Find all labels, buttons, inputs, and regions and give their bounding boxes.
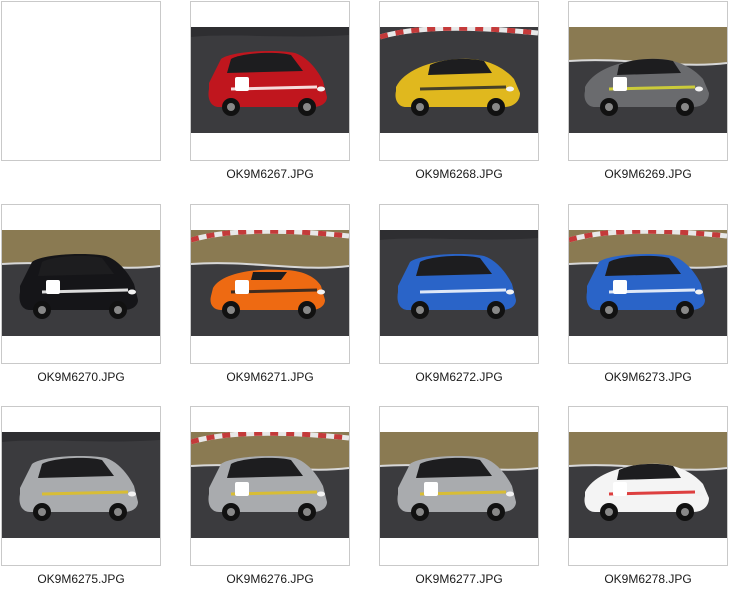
filename-label[interactable]: OK9M6273.JPG <box>568 370 728 384</box>
thumbnail-image[interactable] <box>2 432 160 538</box>
thumbnail-image[interactable] <box>191 230 349 336</box>
race-car-photo[interactable] <box>191 27 349 133</box>
filename-label[interactable]: OK9M6270.JPG <box>1 370 161 384</box>
filename-label[interactable]: OK9M6267.JPG <box>190 167 350 181</box>
filename-label[interactable]: OK9M6269.JPG <box>568 167 728 181</box>
thumbnail-image[interactable] <box>569 27 727 133</box>
thumbnail-image[interactable] <box>569 432 727 538</box>
race-car-photo[interactable] <box>191 432 349 538</box>
thumbnail-image[interactable] <box>380 27 538 133</box>
race-car-photo[interactable] <box>380 432 538 538</box>
race-car-photo[interactable] <box>569 230 727 336</box>
filename-label[interactable]: OK9M6278.JPG <box>568 572 728 586</box>
race-car-photo[interactable] <box>380 27 538 133</box>
thumbnail-image[interactable] <box>2 230 160 336</box>
filename-label[interactable]: OK9M6276.JPG <box>190 572 350 586</box>
race-car-photo[interactable] <box>380 230 538 336</box>
race-car-photo[interactable] <box>569 27 727 133</box>
thumbnail-image[interactable] <box>569 230 727 336</box>
filename-label[interactable]: OK9M6272.JPG <box>379 370 539 384</box>
thumbnail-image[interactable] <box>380 230 538 336</box>
thumbnail-image[interactable] <box>191 27 349 133</box>
thumbnail-grid: OK9M6267.JPG OK9M6268.JPG OK9M6269.JPG O… <box>0 0 730 610</box>
filename-label[interactable]: OK9M6268.JPG <box>379 167 539 181</box>
race-car-photo[interactable] <box>2 432 160 538</box>
thumbnail-image[interactable] <box>380 432 538 538</box>
thumbnail-image[interactable] <box>191 432 349 538</box>
thumbnail-image[interactable] <box>2 27 160 133</box>
race-car-photo[interactable] <box>2 230 160 336</box>
race-car-photo[interactable] <box>191 230 349 336</box>
filename-label[interactable]: OK9M6277.JPG <box>379 572 539 586</box>
filename-label[interactable]: OK9M6271.JPG <box>190 370 350 384</box>
filename-label[interactable]: OK9M6275.JPG <box>1 572 161 586</box>
race-car-photo[interactable] <box>569 432 727 538</box>
